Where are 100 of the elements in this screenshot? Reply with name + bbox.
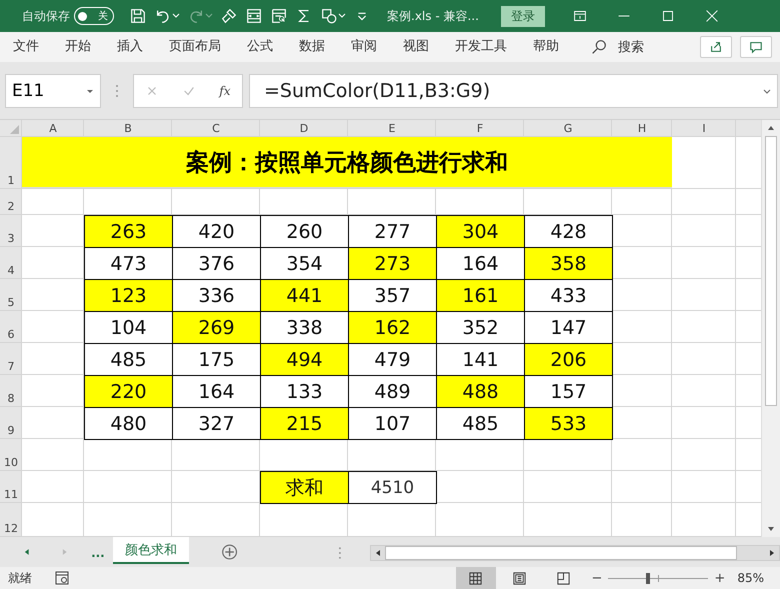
page-break-icon xyxy=(556,570,572,586)
brush-icon[interactable] xyxy=(220,7,238,25)
ribbon-tab[interactable]: 公式 xyxy=(238,32,282,62)
comment-icon xyxy=(749,40,763,54)
autosave-toggle[interactable]: 关 xyxy=(74,7,114,25)
insert-function-button[interactable]: fx xyxy=(219,84,231,98)
ribbon-tab[interactable]: 帮助 xyxy=(524,32,568,62)
formula-field[interactable]: =SumColor(D11,B3:G9) xyxy=(249,74,778,108)
ribbon-tab[interactable]: 开始 xyxy=(56,32,100,62)
table-cell: 260 xyxy=(260,215,349,248)
column-header[interactable]: F xyxy=(436,120,524,137)
table-icon[interactable] xyxy=(245,7,263,25)
table-cell: 336 xyxy=(172,279,261,312)
search-icon[interactable] xyxy=(590,38,608,56)
sheet-title: 案例：按照单元格颜色进行求和 xyxy=(22,137,672,188)
ribbon-tab[interactable]: 文件 xyxy=(4,32,48,62)
table-cell: 533 xyxy=(524,407,613,440)
column-header[interactable]: B xyxy=(84,120,172,137)
search-label[interactable]: 搜索 xyxy=(618,38,644,56)
table-cell: 327 xyxy=(172,407,261,440)
sum-label: 求和 xyxy=(260,471,349,504)
zoom-level[interactable]: 85% xyxy=(737,571,764,585)
horizontal-scrollbar[interactable] xyxy=(370,545,780,561)
column-header[interactable]: C xyxy=(172,120,260,137)
row-header[interactable]: 3 xyxy=(0,215,22,247)
expand-icon[interactable] xyxy=(763,86,771,94)
table-cell: 428 xyxy=(524,215,613,248)
comment-button[interactable] xyxy=(740,36,772,58)
row-header[interactable]: 6 xyxy=(0,311,22,343)
zoom-in-button[interactable]: + xyxy=(710,570,730,586)
row-header[interactable]: 5 xyxy=(0,279,22,311)
more-sheets-button[interactable]: ... xyxy=(83,541,113,565)
add-sheet-icon[interactable] xyxy=(220,543,238,561)
row-header[interactable]: 2 xyxy=(0,189,22,215)
sheet-tab[interactable]: 颜色求和 xyxy=(112,537,189,564)
table-cell: 376 xyxy=(172,247,261,280)
row-header[interactable]: 11 xyxy=(0,471,22,503)
table-cell: 107 xyxy=(348,407,437,440)
login-button[interactable]: 登录 xyxy=(500,6,545,26)
table-cell: 273 xyxy=(348,247,437,280)
table-cell: 269 xyxy=(172,311,261,344)
ribbon-tab[interactable]: 数据 xyxy=(290,32,334,62)
table-cell: 206 xyxy=(524,343,613,376)
shapes-icon[interactable] xyxy=(320,7,338,25)
ribbon-tab[interactable]: 视图 xyxy=(394,32,438,62)
zoom-out-button[interactable]: − xyxy=(588,570,606,586)
table-cell: 494 xyxy=(260,343,349,376)
column-header[interactable]: E xyxy=(348,120,436,137)
row-header[interactable]: 8 xyxy=(0,375,22,407)
table-cell: 220 xyxy=(84,375,173,408)
worksheet-grid[interactable] xyxy=(0,120,762,537)
table-cell: 133 xyxy=(260,375,349,408)
ribbon-tab[interactable]: 插入 xyxy=(108,32,152,62)
column-header[interactable]: D xyxy=(260,120,348,137)
form-icon[interactable] xyxy=(270,7,288,25)
table-cell: 164 xyxy=(436,247,525,280)
share-icon xyxy=(709,40,723,54)
macro-record-icon[interactable] xyxy=(54,570,70,586)
table-cell: 277 xyxy=(348,215,437,248)
ribbon-tab[interactable]: 开发工具 xyxy=(446,32,516,62)
column-header[interactable]: G xyxy=(524,120,612,137)
table-cell: 215 xyxy=(260,407,349,440)
table-cell: 352 xyxy=(436,311,525,344)
table-cell: 161 xyxy=(436,279,525,312)
table-cell: 485 xyxy=(436,407,525,440)
column-header[interactable]: H xyxy=(612,120,672,137)
table-cell: 354 xyxy=(260,247,349,280)
table-cell: 357 xyxy=(348,279,437,312)
table-cell: 175 xyxy=(172,343,261,376)
row-header[interactable]: 10 xyxy=(0,439,22,471)
name-box[interactable]: E11 xyxy=(5,74,101,108)
ribbon-tab[interactable]: 审阅 xyxy=(342,32,386,62)
share-button[interactable] xyxy=(700,36,732,58)
row-header[interactable]: 7 xyxy=(0,343,22,375)
row-header[interactable]: 9 xyxy=(0,407,22,439)
save-icon[interactable] xyxy=(129,7,147,25)
vertical-scrollbar[interactable] xyxy=(761,120,780,537)
table-cell: 263 xyxy=(84,215,173,248)
resize-handle-icon[interactable] xyxy=(338,545,342,561)
column-header[interactable]: I xyxy=(672,120,736,137)
ribbon-tab[interactable]: 页面布局 xyxy=(160,32,230,62)
table-cell: 123 xyxy=(84,279,173,312)
zoom-slider[interactable] xyxy=(608,572,708,584)
table-cell: 441 xyxy=(260,279,349,312)
resize-handle-icon[interactable] xyxy=(115,82,119,98)
column-header[interactable]: A xyxy=(22,120,84,137)
row-header[interactable]: 4 xyxy=(0,247,22,279)
row-header[interactable]: 1 xyxy=(0,137,22,189)
sum-value: 4510 xyxy=(348,471,437,504)
table-cell: 338 xyxy=(260,311,349,344)
table-cell: 162 xyxy=(348,311,437,344)
view-button[interactable] xyxy=(456,567,496,589)
table-cell: 147 xyxy=(524,311,613,344)
caret-icon[interactable] xyxy=(172,12,180,20)
row-header[interactable]: 12 xyxy=(0,503,22,537)
table-cell: 104 xyxy=(84,311,173,344)
caret-icon[interactable] xyxy=(338,12,346,20)
table-cell: 488 xyxy=(436,375,525,408)
table-cell: 358 xyxy=(524,247,613,280)
table-cell: 485 xyxy=(84,343,173,376)
